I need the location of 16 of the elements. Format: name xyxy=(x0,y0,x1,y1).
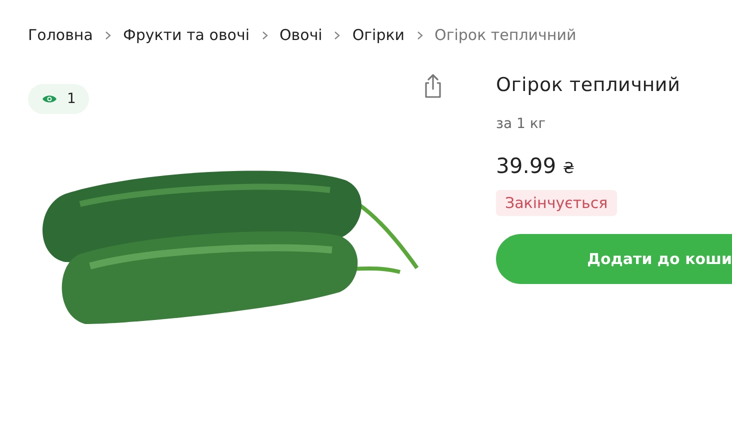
stock-badge: Закінчується xyxy=(496,190,617,216)
price: 39.99 ₴ xyxy=(496,154,576,178)
breadcrumb-link[interactable]: Овочі xyxy=(280,26,322,44)
breadcrumb-link[interactable]: Фрукти та овочі xyxy=(122,26,250,44)
eye-icon xyxy=(42,94,57,104)
product-title: Огірок тепличний xyxy=(496,74,682,96)
current-page-crumb: Огірок тепличний xyxy=(434,26,576,44)
chevron-icon xyxy=(334,30,340,40)
share-icon[interactable] xyxy=(423,74,443,98)
unit-label: за 1 кг xyxy=(496,116,547,132)
breadcrumb-link[interactable]: Головна xyxy=(28,26,93,44)
chevron-icon xyxy=(104,30,111,40)
breadcrumb-link[interactable]: Огірки xyxy=(352,26,405,44)
chevron-icon xyxy=(262,30,268,40)
view-count: 1 xyxy=(67,91,76,107)
chevron-icon xyxy=(416,30,423,40)
